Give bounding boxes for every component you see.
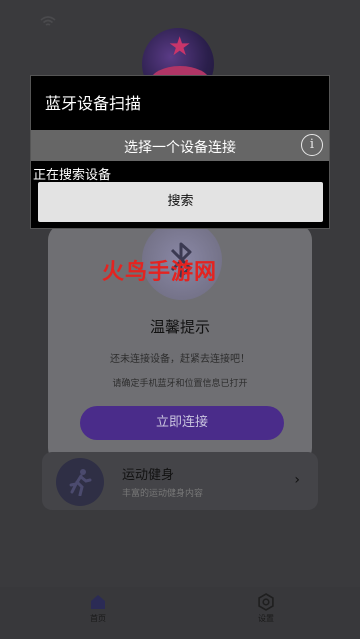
wifi-icon — [40, 16, 56, 26]
connect-now-button[interactable]: 立即连接 — [80, 406, 284, 440]
info-icon[interactable]: i — [301, 134, 323, 156]
tip-card: 火鸟手游网 温馨提示 还未连接设备，赶紧去连接吧！ 请确定手机蓝牙和位置信息已打… — [48, 220, 312, 464]
chevron-right-icon: › — [294, 472, 300, 488]
dialog-subtitle: 选择一个设备连接 — [124, 140, 236, 156]
star-icon: ★ — [168, 32, 192, 62]
tip-title: 温馨提示 — [149, 318, 210, 336]
sport-subtitle: 丰富的运动健身内容 — [122, 489, 204, 499]
tab-home[interactable]: 首页 — [68, 593, 128, 624]
runner-icon — [56, 458, 104, 506]
bottom-tabbar: 首页 设置 — [0, 587, 360, 639]
tab-settings-label: 设置 — [258, 614, 274, 623]
tip-hint: 请确定手机蓝牙和位置信息已打开 — [112, 379, 248, 389]
bluetooth-scan-dialog: 蓝牙设备扫描 选择一个设备连接 i 正在搜索设备 搜索 — [30, 75, 330, 229]
tip-message: 还未连接设备，赶紧去连接吧！ — [110, 354, 250, 365]
tab-home-label: 首页 — [90, 614, 106, 623]
dialog-subtitle-bar: 选择一个设备连接 i — [31, 130, 329, 161]
watermark-text: 火鸟手游网 — [102, 260, 218, 285]
gear-icon — [258, 593, 274, 611]
dialog-title: 蓝牙设备扫描 — [45, 94, 142, 113]
sport-card[interactable]: 运动健身 丰富的运动健身内容 › — [42, 452, 318, 510]
scan-status: 正在搜索设备 — [33, 168, 112, 183]
tab-settings[interactable]: 设置 — [236, 593, 296, 624]
sport-title: 运动健身 — [122, 468, 175, 483]
home-icon — [91, 595, 105, 609]
search-button[interactable]: 搜索 — [38, 182, 323, 222]
